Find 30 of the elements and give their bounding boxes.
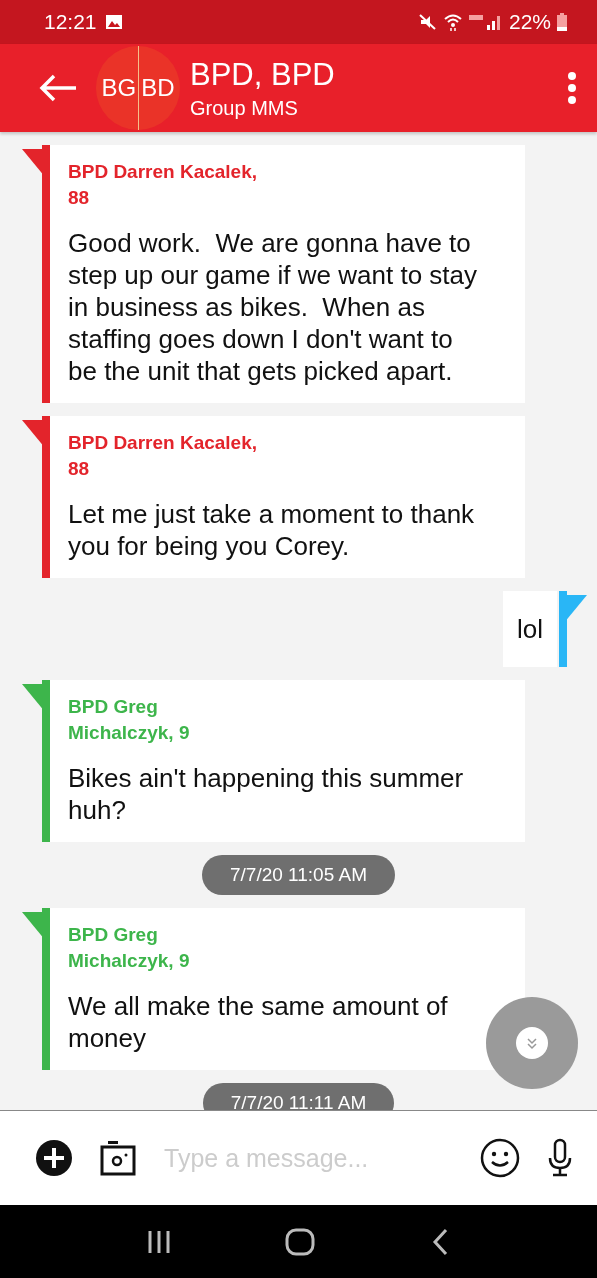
timestamp-chip: 7/7/20 11:05 AM [202, 855, 395, 895]
signal-icon [468, 13, 503, 31]
sender-name: BPD Darren Kacalek, 88 [68, 431, 259, 481]
wifi-icon [442, 12, 463, 32]
add-icon[interactable] [34, 1138, 74, 1178]
back-arrow-icon[interactable] [38, 73, 78, 103]
sender-name: BPD Greg Michalczyk, 9 [68, 923, 191, 973]
sender-name: BPD Darren Kacalek, 88 [68, 160, 259, 210]
image-icon [104, 14, 123, 30]
camera-icon[interactable] [98, 1138, 138, 1178]
battery-icon [557, 13, 567, 31]
avatar-initials: BG [101, 74, 137, 102]
emoji-icon[interactable] [479, 1137, 521, 1179]
status-time: 12:21 [44, 10, 97, 34]
message-text: lol [517, 613, 543, 645]
message-text: Bikes ain't happening this summer huh? [68, 762, 465, 826]
battery-percent: 22% [508, 10, 551, 34]
sender-name: BPD Greg Michalczyk, 9 [68, 695, 191, 745]
recent-apps-icon[interactable] [146, 1228, 171, 1255]
message-text: Let me just take a moment to thank you for being you Corey. [68, 498, 476, 562]
conversation-title: BPD, BPD [190, 56, 336, 93]
timestamp-chip: 7/7/20 11:11 AM [202, 1083, 395, 1110]
conversation-subtitle: Group MMS [190, 96, 299, 120]
double-chevron-down-icon [516, 1027, 548, 1059]
avatar-initials: BD [141, 74, 175, 102]
group-avatar[interactable]: BG BD [96, 46, 180, 130]
message-text: Good work. We are gonna have to step up our game if we want to stay in business as bikes. When as staffing goes down I don't want to be the unit that gets picked apart. [68, 227, 478, 387]
home-icon[interactable] [284, 1226, 317, 1257]
more-options-icon[interactable] [567, 71, 577, 105]
message-text: We all make the same amount of money [68, 990, 449, 1054]
